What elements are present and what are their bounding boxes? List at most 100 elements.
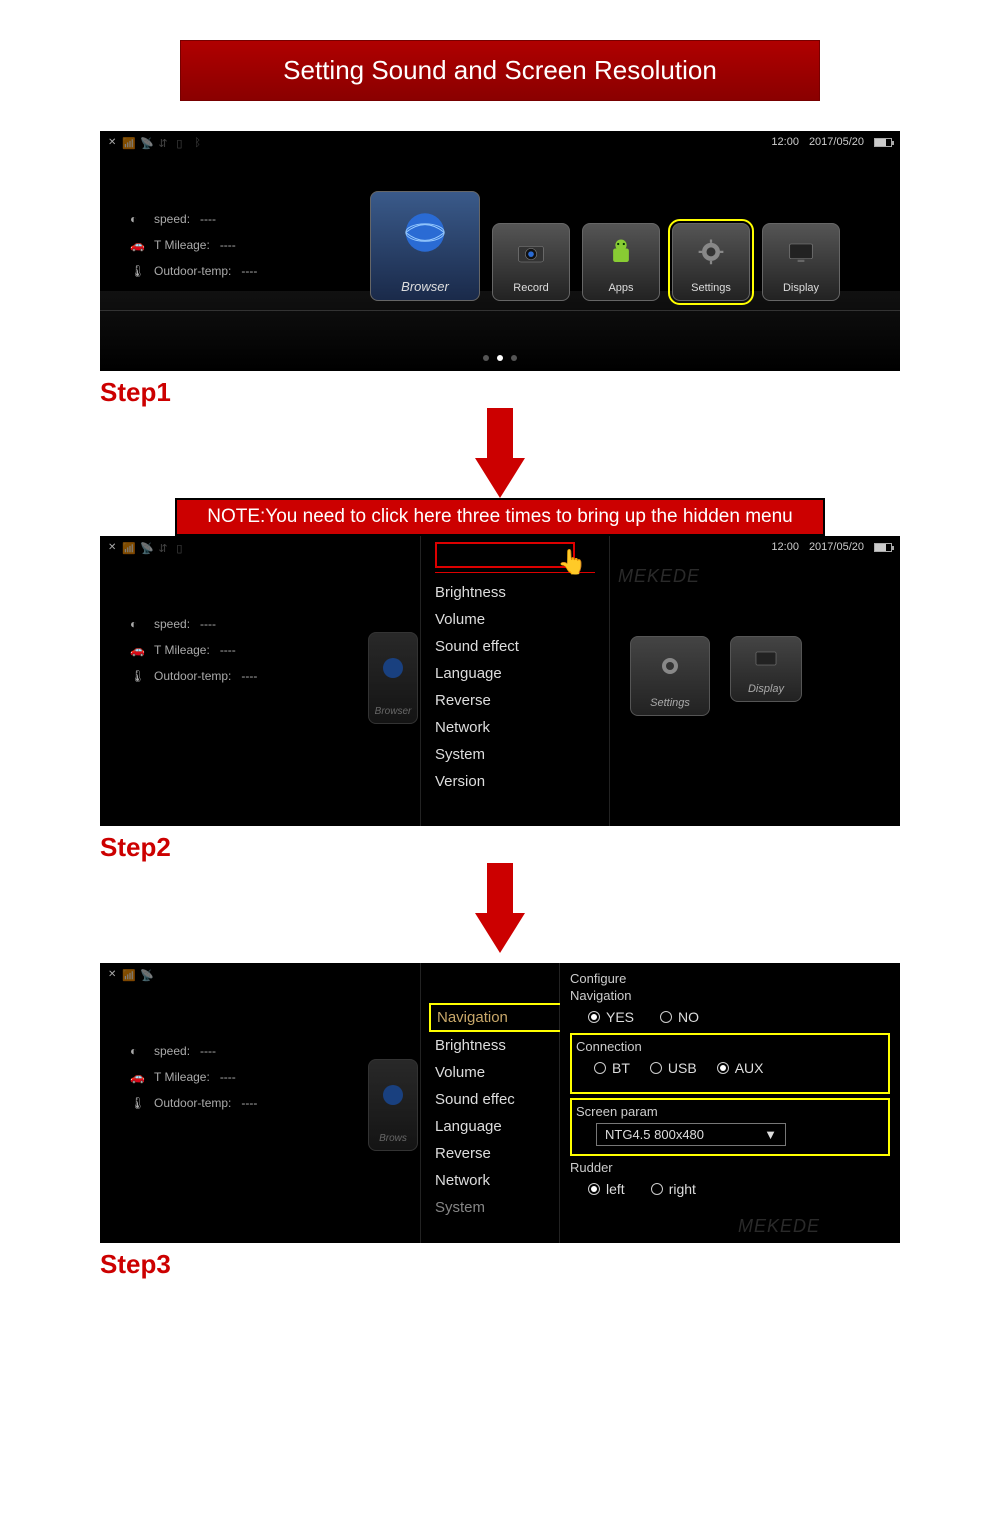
nav-no-radio[interactable]: NO (660, 1009, 699, 1025)
outdoor-value: ---- (241, 258, 257, 284)
mileage-label: T Mileage: (154, 232, 210, 258)
thermometer-icon: 🌡 (130, 663, 144, 689)
speed-value: ---- (200, 206, 216, 232)
floor (100, 291, 900, 371)
wifi-icon: 📡 (140, 542, 152, 552)
vehicle-info: ◐speed:---- 🚗T Mileage:---- 🌡Outdoor-tem… (130, 1038, 257, 1116)
clock: 12:00 (771, 136, 799, 148)
app-settings[interactable]: Settings (672, 223, 750, 301)
menu-volume[interactable]: Volume (435, 606, 609, 633)
status-bar: ✕ 📶 📡 ⇵ ▯ ᛒ 12:00 2017/05/20 (100, 131, 900, 153)
menu-language[interactable]: Language (435, 660, 609, 687)
globe-icon (397, 192, 453, 279)
menu-brightness[interactable]: Brightness (435, 1032, 559, 1059)
menu-sound-effect[interactable]: Sound effec (435, 1086, 559, 1113)
step1-label: Step1 (100, 377, 1000, 408)
rudder-left-radio[interactable]: left (588, 1181, 625, 1197)
app-label: Settings (691, 282, 731, 294)
connection-title: Connection (576, 1039, 884, 1054)
car-icon: 🚗 (130, 637, 144, 663)
gauge-icon: ◐ (130, 1038, 144, 1064)
note-text: NOTE:You need to click here three times … (207, 506, 792, 527)
sd-icon: ▯ (176, 137, 188, 147)
thermometer-icon: 🌡 (130, 1090, 144, 1116)
menu-volume[interactable]: Volume (435, 1059, 559, 1086)
close-icon[interactable]: ✕ (108, 542, 116, 553)
watermark: MEKEDE (618, 566, 700, 587)
date: 2017/05/20 (809, 541, 864, 553)
step1-panel: ✕ 📶 📡 ⇵ ▯ ᛒ 12:00 2017/05/20 ◐ speed: --… (100, 131, 900, 371)
menu-language[interactable]: Language (435, 1113, 559, 1140)
battery-icon (874, 543, 892, 552)
conn-usb-radio[interactable]: USB (650, 1060, 697, 1076)
menu-system[interactable]: System (435, 1194, 559, 1221)
screen-param-value: NTG4.5 800x480 (605, 1127, 704, 1142)
close-icon[interactable]: ✕ (108, 969, 116, 980)
date: 2017/05/20 (809, 136, 864, 148)
car-icon: 🚗 (130, 232, 144, 258)
close-icon[interactable]: ✕ (108, 137, 116, 148)
vehicle-info: ◐ speed: ---- 🚗 T Mileage: ---- 🌡 Outdoo… (130, 206, 257, 284)
globe-icon (377, 633, 409, 706)
signal-icon: 📶 (122, 137, 134, 147)
app-label: Display (783, 282, 819, 294)
step3-panel: ✕ 📶 📡 ◐speed:---- 🚗T Mileage:---- 🌡Outdo… (100, 963, 900, 1243)
bg-display-tile[interactable]: Display (730, 636, 802, 702)
nav-yes-radio[interactable]: YES (588, 1009, 634, 1025)
app-display[interactable]: Display (762, 223, 840, 301)
wifi-icon: 📡 (140, 137, 152, 147)
globe-icon (377, 1060, 409, 1133)
menu-version[interactable]: Version (435, 768, 609, 795)
tap-icon: 👆 (557, 548, 587, 577)
rudder-title: Rudder (570, 1160, 890, 1175)
page-title: Setting Sound and Screen Resolution (283, 55, 717, 85)
bg-browser-tile: Browser (368, 632, 418, 724)
conn-aux-radio[interactable]: AUX (717, 1060, 764, 1076)
app-apps[interactable]: Apps (582, 223, 660, 301)
screen-title: Screen param (576, 1104, 884, 1119)
car-icon: 🚗 (130, 1064, 144, 1090)
arrow-1 (487, 408, 513, 458)
watermark: MEKEDE (738, 1216, 820, 1237)
note-bar: NOTE:You need to click here three times … (175, 498, 825, 536)
app-label: Apps (608, 282, 633, 294)
step2-label: Step2 (100, 832, 1000, 863)
clock: 12:00 (771, 541, 799, 553)
sd-icon: ▯ (176, 542, 188, 552)
connection-section: Connection BT USB AUX (570, 1033, 890, 1094)
configure-label: Configure (570, 971, 890, 986)
gauge-icon: ◐ (130, 611, 144, 637)
app-label: Record (513, 282, 548, 294)
monitor-icon (750, 637, 782, 683)
menu-reverse[interactable]: Reverse (435, 1140, 559, 1167)
menu-sound-effect[interactable]: Sound effect (435, 633, 609, 660)
signal-icon: 📶 (122, 542, 134, 552)
battery-icon (874, 138, 892, 147)
hidden-menu-trigger[interactable]: 👆 (435, 542, 575, 568)
app-label: Browser (401, 279, 449, 294)
speed-label: speed: (154, 206, 190, 232)
screen-param-dropdown[interactable]: NTG4.5 800x480 ▼ (596, 1123, 786, 1146)
gear-icon (693, 224, 729, 282)
conn-bt-radio[interactable]: BT (594, 1060, 630, 1076)
menu-system[interactable]: System (435, 741, 609, 768)
rudder-right-radio[interactable]: right (651, 1181, 696, 1197)
settings-menu: 👆 Brightness Volume Sound effect Languag… (420, 536, 610, 826)
screen-param-section: Screen param NTG4.5 800x480 ▼ (570, 1098, 890, 1156)
menu-network[interactable]: Network (435, 714, 609, 741)
monitor-icon (783, 224, 819, 282)
bluetooth-icon: ᛒ (194, 137, 206, 147)
app-record[interactable]: Record (492, 223, 570, 301)
app-browser[interactable]: Browser (370, 191, 480, 301)
menu-reverse[interactable]: Reverse (435, 687, 609, 714)
config-panel: Configure Navigation YES NO Connection B… (560, 963, 900, 1213)
page-title-banner: Setting Sound and Screen Resolution (180, 40, 820, 101)
bg-settings-tile[interactable]: Settings (630, 636, 710, 716)
apps-row: Browser Record Apps Settings Display (370, 191, 840, 301)
thermometer-icon: 🌡 (130, 258, 144, 284)
vehicle-info: ◐speed:---- 🚗T Mileage:---- 🌡Outdoor-tem… (130, 611, 257, 689)
menu-brightness[interactable]: Brightness (435, 579, 609, 606)
mileage-value: ---- (220, 232, 236, 258)
menu-network[interactable]: Network (435, 1167, 559, 1194)
menu-navigation[interactable]: Navigation (429, 1003, 569, 1032)
